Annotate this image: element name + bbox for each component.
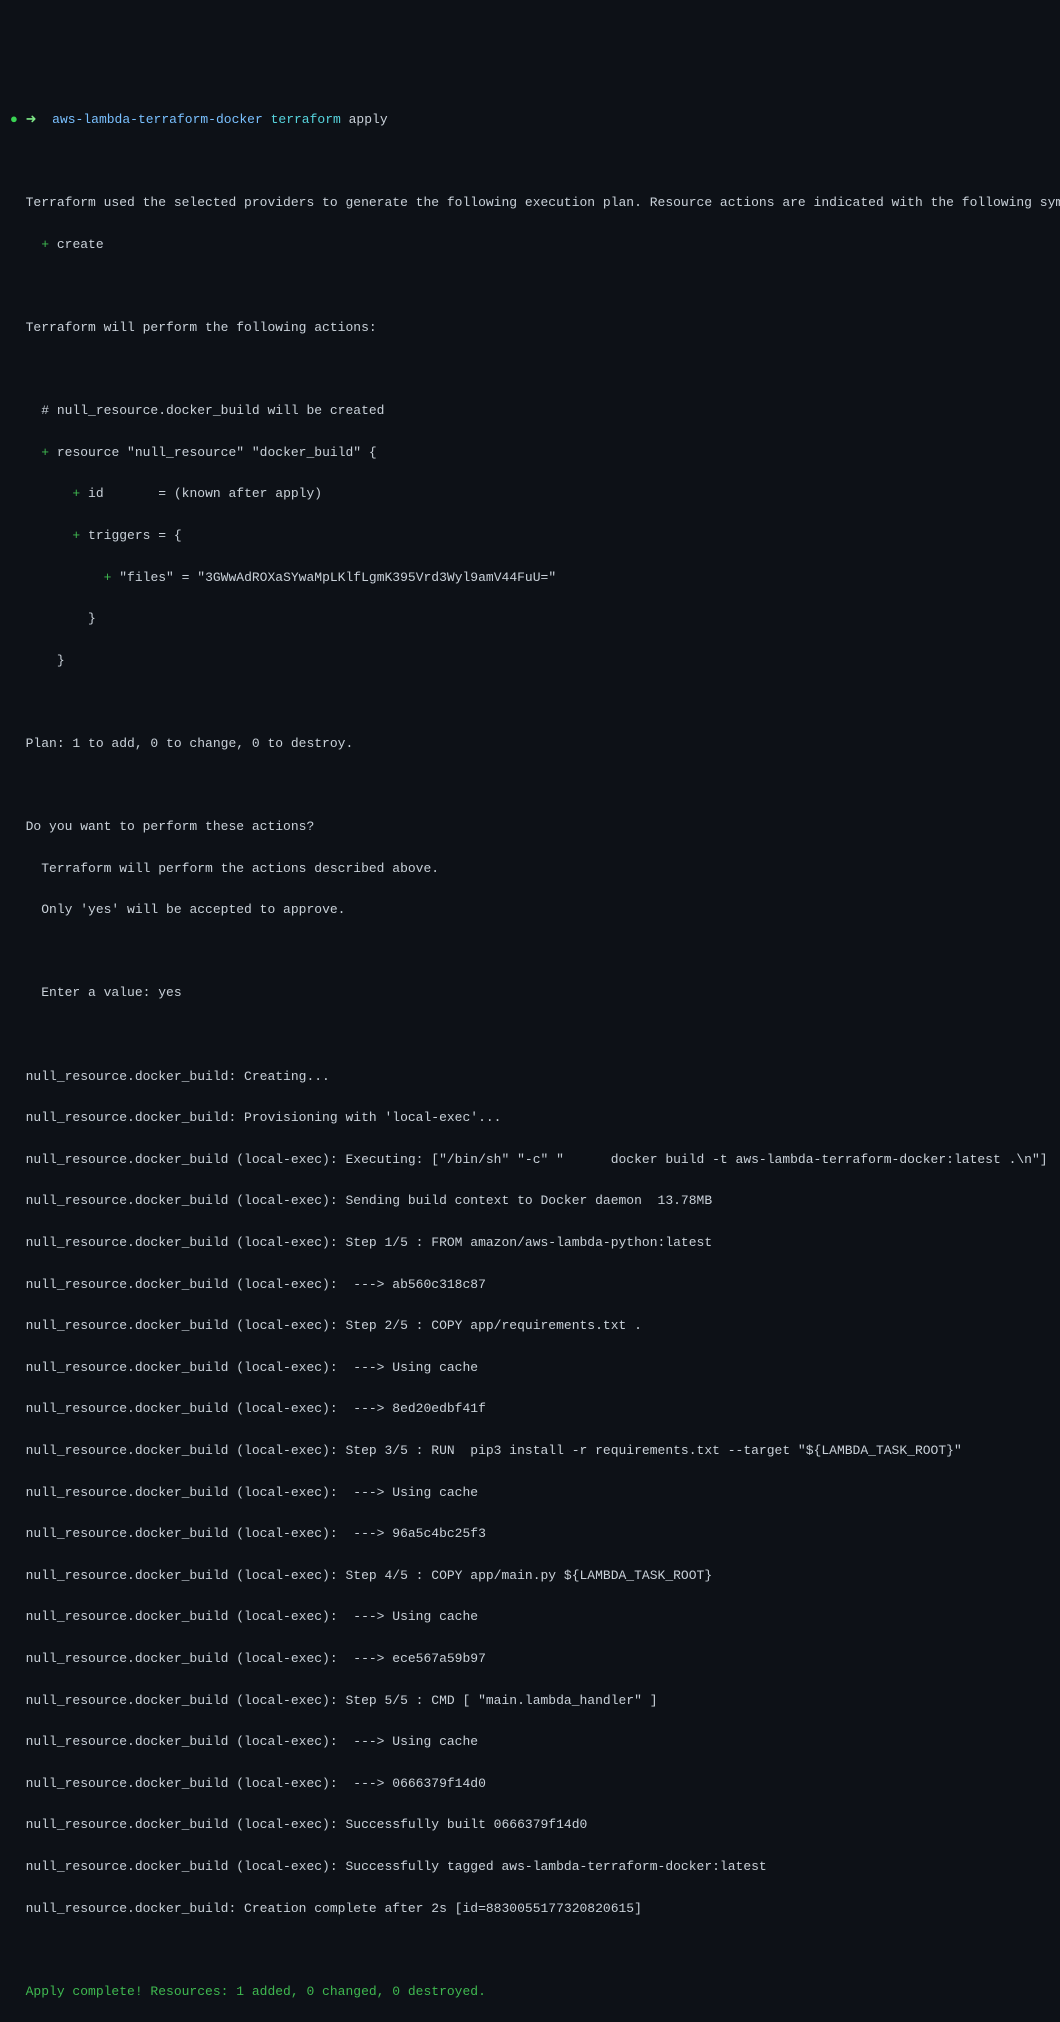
output-line: null_resource.docker_build (local-exec):… — [0, 1815, 1060, 1836]
output-line: null_resource.docker_build (local-exec):… — [0, 1774, 1060, 1795]
output-line: null_resource.docker_build (local-exec):… — [0, 1857, 1060, 1878]
output-line: } — [0, 651, 1060, 672]
bullet-icon: ● — [10, 112, 18, 127]
plus-icon: + — [41, 237, 49, 252]
output-line: null_resource.docker_build (local-exec):… — [0, 1441, 1060, 1462]
output-line: null_resource.docker_build (local-exec):… — [0, 1483, 1060, 1504]
output-line: Do you want to perform these actions? — [0, 817, 1060, 838]
output-line: null_resource.docker_build (local-exec):… — [0, 1649, 1060, 1670]
empty-line — [0, 942, 1060, 963]
output-line: Plan: 1 to add, 0 to change, 0 to destro… — [0, 734, 1060, 755]
output-line: + resource "null_resource" "docker_build… — [0, 443, 1060, 464]
empty-line — [0, 360, 1060, 381]
output-line: null_resource.docker_build (local-exec):… — [0, 1607, 1060, 1628]
arrow-icon: ➜ — [26, 112, 45, 127]
output-line: null_resource.docker_build (local-exec):… — [0, 1399, 1060, 1420]
plus-icon: + — [72, 528, 80, 543]
empty-line — [0, 276, 1060, 297]
command-args: apply — [349, 112, 388, 127]
prompt-line-1[interactable]: ● ➜ aws-lambda-terraform-docker terrafor… — [0, 110, 1060, 131]
output-line: null_resource.docker_build (local-exec):… — [0, 1316, 1060, 1337]
output-line: null_resource.docker_build (local-exec):… — [0, 1358, 1060, 1379]
command-name: terraform — [271, 112, 341, 127]
output-line: + triggers = { — [0, 526, 1060, 547]
apply-complete-line: Apply complete! Resources: 1 added, 0 ch… — [0, 1982, 1060, 2003]
output-line: null_resource.docker_build (local-exec):… — [0, 1732, 1060, 1753]
output-line: null_resource.docker_build (local-exec):… — [0, 1150, 1060, 1171]
empty-line — [0, 1940, 1060, 1961]
output-line: } — [0, 609, 1060, 630]
output-line: Terraform will perform the following act… — [0, 318, 1060, 339]
terminal-output: ● ➜ aws-lambda-terraform-docker terrafor… — [0, 89, 1060, 2022]
plus-icon: + — [104, 570, 112, 585]
directory-name: aws-lambda-terraform-docker — [52, 112, 263, 127]
output-line: Only 'yes' will be accepted to approve. — [0, 900, 1060, 921]
output-line: Terraform used the selected providers to… — [0, 193, 1060, 214]
plus-icon: + — [72, 486, 80, 501]
output-line: + "files" = "3GWwAdROXaSYwaMpLKlfLgmK395… — [0, 568, 1060, 589]
user-input: yes — [158, 985, 181, 1000]
output-line: null_resource.docker_build (local-exec):… — [0, 1233, 1060, 1254]
output-line: null_resource.docker_build (local-exec):… — [0, 1691, 1060, 1712]
empty-line — [0, 1025, 1060, 1046]
empty-line — [0, 775, 1060, 796]
plus-icon: + — [41, 445, 49, 460]
output-line: null_resource.docker_build (local-exec):… — [0, 1191, 1060, 1212]
output-line: null_resource.docker_build: Provisioning… — [0, 1108, 1060, 1129]
output-line: + create — [0, 235, 1060, 256]
empty-line — [0, 692, 1060, 713]
output-line: null_resource.docker_build (local-exec):… — [0, 1275, 1060, 1296]
empty-line — [0, 152, 1060, 173]
output-line: # null_resource.docker_build will be cre… — [0, 401, 1060, 422]
output-line: + id = (known after apply) — [0, 484, 1060, 505]
output-line: null_resource.docker_build: Creating... — [0, 1067, 1060, 1088]
output-line: Enter a value: yes — [0, 983, 1060, 1004]
output-line: Terraform will perform the actions descr… — [0, 859, 1060, 880]
output-line: null_resource.docker_build (local-exec):… — [0, 1524, 1060, 1545]
output-line: null_resource.docker_build (local-exec):… — [0, 1566, 1060, 1587]
output-line: null_resource.docker_build: Creation com… — [0, 1899, 1060, 1920]
